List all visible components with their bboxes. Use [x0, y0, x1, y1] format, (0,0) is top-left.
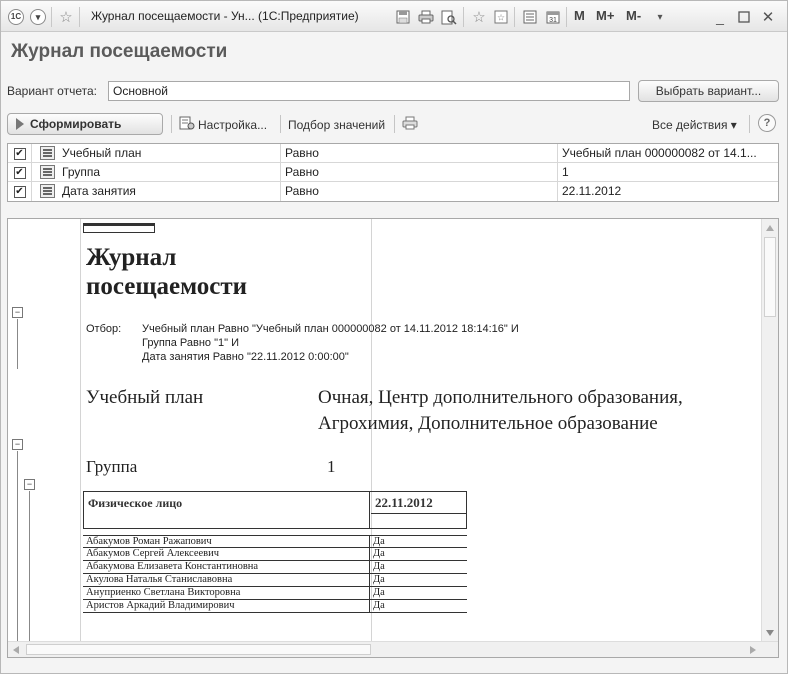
group-value: 1 [327, 457, 336, 476]
svg-text:☆: ☆ [497, 13, 505, 23]
settings-table: ✔ Учебный план Равно Учебный план 000000… [7, 143, 779, 202]
table-row[interactable]: Аристов Аркадий Владимирович Да [83, 600, 467, 613]
favorites-add-icon[interactable]: ☆ [470, 8, 488, 26]
collapse-icon[interactable]: − [24, 479, 35, 490]
settings-icon [179, 116, 195, 130]
calculator-icon[interactable] [521, 8, 539, 26]
report-document[interactable]: − − − Журнал посещаемости Отбор: Учебный… [7, 218, 779, 658]
row-checkbox[interactable]: ✔ [13, 147, 26, 160]
play-icon [16, 118, 24, 130]
scroll-left-icon[interactable] [13, 646, 19, 654]
table-row[interactable]: Ануприенко Светлана Викторовна Да [83, 587, 467, 600]
values-selection-button[interactable]: Подбор значений [288, 118, 385, 132]
scroll-down-icon[interactable] [766, 630, 774, 636]
field-name: Учебный план [32, 144, 281, 163]
horizontal-scrollbar[interactable] [8, 641, 778, 657]
group-label: Группа [86, 457, 138, 476]
settings-row[interactable]: ✔ Группа Равно 1 [8, 163, 778, 182]
comparison-type[interactable]: Равно [281, 182, 558, 201]
date-column-header: 22.11.2012 [371, 492, 466, 514]
collapse-icon[interactable]: − [12, 307, 23, 318]
filter-line: Дата занятия Равно "22.11.2012 0:00:00" [142, 351, 349, 363]
generate-label: Сформировать [30, 117, 122, 131]
collapse-icon[interactable]: − [12, 439, 23, 450]
save-icon[interactable] [394, 8, 412, 26]
comparison-type[interactable]: Равно [281, 144, 558, 163]
star-icon[interactable]: ☆ [57, 8, 75, 26]
favorites-icon[interactable]: ☆ [492, 8, 510, 26]
settings-row[interactable]: ✔ Учебный план Равно Учебный план 000000… [8, 144, 778, 163]
memory-m-button[interactable]: M [574, 8, 585, 23]
vertical-scrollbar[interactable] [761, 219, 778, 642]
comparison-type[interactable]: Равно [281, 163, 558, 182]
minimize-icon[interactable]: _ [711, 8, 729, 26]
all-actions-menu[interactable]: Все действия ▾ [652, 118, 737, 132]
settings-row[interactable]: ✔ Дата занятия Равно 22.11.2012 [8, 182, 778, 201]
generate-button[interactable]: Сформировать [7, 113, 163, 135]
grouping-gutter [8, 219, 81, 642]
field-name: Группа [32, 163, 281, 182]
filter-label: Отбор: [86, 323, 122, 335]
preview-icon[interactable] [440, 8, 458, 26]
variant-label: Вариант отчета: [7, 84, 97, 98]
scroll-right-icon[interactable] [750, 646, 756, 654]
maximize-icon[interactable] [735, 8, 753, 26]
report-header-cell [83, 223, 155, 233]
row-checkbox[interactable]: ✔ [13, 166, 26, 179]
table-row[interactable]: Абакумов Сергей Алексеевич Да [83, 548, 467, 561]
app-logo-icon[interactable]: 1C [7, 8, 25, 26]
scroll-up-icon[interactable] [766, 225, 774, 231]
field-value[interactable]: 1 [558, 163, 778, 182]
scroll-thumb[interactable] [764, 237, 776, 317]
field-value[interactable]: 22.11.2012 [558, 182, 778, 201]
dropdown-arrow-icon[interactable]: ▾ [29, 8, 47, 26]
report-title: Журнал посещаемости [86, 244, 248, 300]
title-bar: 1C ▾ ☆ Журнал посещаемости - Ун... (1С:П… [1, 1, 787, 32]
attendance-table-header: Физическое лицо 22.11.2012 [83, 491, 467, 529]
app-window: 1C ▾ ☆ Журнал посещаемости - Ун... (1С:П… [0, 0, 788, 674]
scroll-thumb[interactable] [26, 644, 371, 655]
attendance-table: Абакумов Роман Ражапович Да Абакумов Серг… [83, 535, 467, 613]
close-icon[interactable]: ✕ [759, 8, 777, 26]
variant-field[interactable]: Основной [108, 81, 630, 101]
memory-minus-button[interactable]: M- [626, 8, 641, 23]
filter-line: Группа Равно "1" И [142, 337, 239, 349]
svg-text:31: 31 [549, 17, 557, 24]
memory-plus-button[interactable]: M+ [596, 8, 614, 23]
person-column-header: Физическое лицо [84, 492, 370, 528]
field-value[interactable]: Учебный план 000000082 от 14.1... [558, 144, 778, 163]
table-row[interactable]: Абакумов Роман Ражапович Да [83, 535, 467, 548]
print-icon[interactable] [417, 8, 435, 26]
menu-arrow-icon[interactable]: ▾ [651, 8, 669, 26]
calendar-icon[interactable]: 31 [544, 8, 562, 26]
plan-label: Учебный план [86, 387, 204, 408]
plan-value: Агрохимия, Дополнительное образование [318, 413, 658, 434]
form-title: Журнал посещаемости [11, 41, 228, 62]
choose-variant-button[interactable]: Выбрать вариант... [638, 80, 779, 102]
settings-button[interactable]: Настройка... [198, 118, 267, 132]
plan-value: Очная, Центр дополнительного образования… [318, 387, 683, 408]
filter-line: Учебный план Равно "Учебный план 0000000… [142, 323, 519, 335]
print-report-icon[interactable] [402, 115, 418, 131]
window-title: Журнал посещаемости - Ун... (1С:Предприя… [91, 9, 359, 23]
row-checkbox[interactable]: ✔ [13, 185, 26, 198]
table-row[interactable]: Абакумова Елизавета Константиновна Да [83, 561, 467, 574]
table-row[interactable]: Акулова Наталья Станиславовна Да [83, 574, 467, 587]
help-icon[interactable]: ? [758, 114, 776, 132]
field-name: Дата занятия [32, 182, 281, 201]
